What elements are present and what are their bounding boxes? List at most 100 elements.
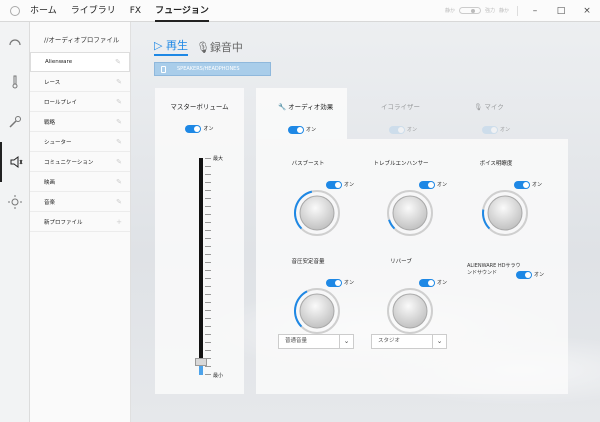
profile-panel-title: //オーディオプロファイル [44, 36, 120, 44]
profile-item[interactable]: 映画 ✎ [30, 172, 130, 192]
knob-title: リバーブ [390, 259, 412, 265]
edit-pencil-icon[interactable]: ✎ [116, 158, 122, 166]
knob-body [299, 195, 335, 231]
master-toggle[interactable] [185, 124, 202, 133]
reverb-toggle[interactable] [419, 278, 435, 287]
knob-body [392, 293, 428, 329]
master-volume-title: マスターボリューム [170, 103, 229, 111]
audio-effects-toggle[interactable] [288, 125, 304, 134]
knob-body [392, 195, 428, 231]
hd-surround-toggle[interactable] [516, 270, 532, 279]
voice-knob[interactable] [481, 189, 529, 237]
tab-label: マイク [484, 103, 504, 111]
profile-item[interactable]: コミュニケーション ✎ [30, 152, 130, 172]
profile-label: シューター [44, 139, 72, 146]
effect-tabs: 🔧 オーディオ効果 オン イコライザー オン 🎙 マイク オン [256, 88, 568, 139]
loudness-knob[interactable] [293, 287, 341, 335]
toggle-label: オン [344, 182, 355, 188]
toggle-label: オン [534, 272, 545, 278]
minimize-button[interactable]: – [522, 6, 548, 16]
edit-pencil-icon[interactable]: ✎ [116, 118, 122, 126]
toggle-label: オン [500, 127, 511, 133]
bass-boost-control: バスブースト オン [278, 159, 354, 236]
knob-title: ボイス明瞭度 [479, 161, 513, 167]
gauge-icon[interactable] [0, 22, 30, 62]
new-profile-item[interactable]: 新プロファイル + [30, 212, 130, 232]
device-selector[interactable]: SPEAKERS/HEADPHONES [154, 62, 271, 76]
microphone-toggle[interactable] [482, 125, 498, 134]
profile-label: レース [44, 79, 61, 86]
title-bar: ホーム ライブラリ FX フュージョン 静か 強力 静か – □ × [0, 0, 600, 22]
speaker-icon[interactable] [0, 142, 30, 182]
reverb-select[interactable]: スタジオ ⌄ [371, 334, 447, 349]
knob-level-arc [388, 219, 396, 230]
voice-toggle[interactable] [514, 180, 530, 189]
device-label: SPEAKERS/HEADPHONES [177, 66, 240, 72]
reverb-knob[interactable] [386, 287, 434, 335]
tab-recording[interactable]: 🎙録音中 [196, 39, 243, 55]
master-volume-panel: マスターボリューム オン 最大 最小 [155, 88, 244, 394]
profile-label: 新プロファイル [44, 219, 83, 226]
wrench-icon[interactable] [0, 102, 30, 142]
knob-body [487, 195, 523, 231]
loudness-select[interactable]: 普通音量 ⌄ [278, 334, 354, 349]
bass-boost-knob[interactable] [293, 189, 341, 237]
effects-panel: バスブースト オン トレブルエンハンサー オン ボイス明瞭度 オン 音圧安定音量… [256, 139, 568, 394]
tab-equalizer[interactable]: イコライザー オン [369, 88, 439, 139]
volume-max-label: 最大 [213, 156, 224, 162]
playback-tabs: ▷ 再生 🎙録音中 [154, 37, 243, 56]
wrench-icon: 🔧 [278, 103, 287, 111]
equalizer-toggle[interactable] [389, 125, 405, 134]
tab-audio-effects[interactable]: 🔧 オーディオ効果 オン [256, 88, 347, 139]
toggle-label: オン [532, 182, 543, 188]
loudness-toggle[interactable] [326, 278, 342, 287]
maximize-button[interactable]: □ [548, 6, 574, 16]
plus-icon[interactable]: + [116, 218, 122, 226]
mode-toggle[interactable] [458, 7, 481, 14]
treble-toggle[interactable] [419, 180, 435, 189]
knob-body [299, 293, 335, 329]
edit-pencil-icon[interactable]: ✎ [116, 98, 122, 106]
profile-item[interactable]: 戦略 ✎ [30, 112, 130, 132]
treble-enhancer-control: トレブルエンハンサー オン [371, 159, 447, 236]
nav-home[interactable]: ホーム [30, 0, 57, 22]
profile-label: Alienware [45, 59, 73, 65]
nav-fusion[interactable]: フュージョン [155, 0, 209, 22]
select-value: 普通音量 [285, 338, 308, 344]
edit-pencil-icon[interactable]: ✎ [115, 58, 121, 66]
mode-high-label: 強力 [484, 8, 495, 14]
thermometer-icon[interactable] [0, 62, 30, 102]
chevron-down-icon: ⌄ [432, 335, 446, 348]
title-right: 静か 強力 静か – □ × [445, 0, 600, 22]
volume-slider-track[interactable] [199, 158, 203, 375]
tab-recording-label: 録音中 [209, 40, 243, 54]
profile-item[interactable]: Alienware ✎ [30, 52, 130, 72]
nav-library[interactable]: ライブラリ [71, 0, 116, 22]
edit-pencil-icon[interactable]: ✎ [116, 198, 122, 206]
profile-item[interactable]: シューター ✎ [30, 132, 130, 152]
edit-pencil-icon[interactable]: ✎ [116, 178, 122, 186]
edit-pencil-icon[interactable]: ✎ [116, 138, 122, 146]
sun-icon[interactable] [0, 182, 30, 222]
profile-item[interactable]: レース ✎ [30, 72, 130, 92]
tab-label: オーディオ効果 [288, 103, 334, 111]
profile-label: コミュニケーション [44, 159, 94, 166]
bass-boost-toggle[interactable] [326, 180, 342, 189]
chevron-down-icon: ⌄ [339, 335, 353, 348]
device-icon [161, 66, 166, 73]
close-button[interactable]: × [574, 6, 600, 16]
toggle-label: オン [407, 127, 418, 133]
tab-microphone[interactable]: 🎙 マイク オン [462, 88, 532, 139]
nav-fx[interactable]: FX [130, 0, 141, 22]
edit-pencil-icon[interactable]: ✎ [116, 78, 122, 86]
volume-min-label: 最小 [213, 373, 224, 379]
profile-item[interactable]: ロールプレイ ✎ [30, 92, 130, 112]
toggle-label: オン [437, 280, 448, 286]
knob-title: 音圧安定音量 [291, 259, 325, 265]
volume-ticks [205, 158, 211, 375]
mode-low-label: 静か [444, 8, 455, 14]
tab-playback[interactable]: ▷ 再生 [154, 37, 188, 56]
treble-knob[interactable] [386, 189, 434, 237]
profile-item[interactable]: 音楽 ✎ [30, 192, 130, 212]
profile-label: 音楽 [44, 199, 56, 206]
